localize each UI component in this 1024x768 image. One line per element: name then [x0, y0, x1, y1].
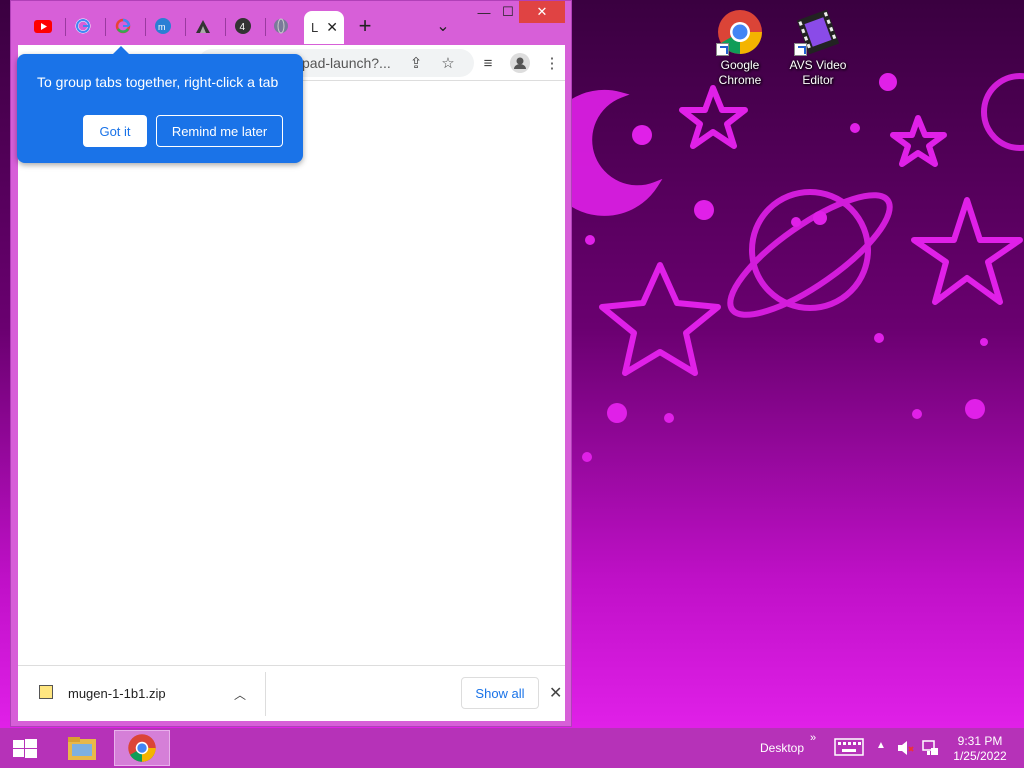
- profile-avatar-icon[interactable]: [510, 53, 530, 73]
- folder-icon: [68, 737, 96, 760]
- taskbar-file-explorer[interactable]: [54, 730, 110, 766]
- site-icon: m: [155, 18, 171, 34]
- media-queue-icon[interactable]: ≡: [478, 53, 498, 73]
- tab-active[interactable]: L ✕: [304, 11, 344, 44]
- taskbar-chrome[interactable]: [114, 730, 170, 766]
- menu-kebab-icon[interactable]: ⋮: [542, 53, 562, 73]
- url-text: pad-launch?...: [302, 55, 391, 71]
- svg-text:4: 4: [240, 22, 246, 33]
- chevron-up-icon[interactable]: ︿: [234, 686, 246, 703]
- desktop-icon-label: AVS Video Editor: [789, 58, 847, 87]
- bookmark-star-icon[interactable]: ☆: [438, 53, 458, 73]
- tab-site-2[interactable]: [185, 12, 221, 40]
- close-download-bar-icon[interactable]: ✕: [549, 683, 562, 703]
- chrome-icon: [716, 8, 764, 56]
- youtube-icon: [34, 19, 52, 33]
- shortcut-arrow-icon: [794, 43, 807, 56]
- touch-keyboard-icon[interactable]: [834, 738, 864, 759]
- desktop-toolbar-label[interactable]: Desktop: [760, 741, 804, 755]
- tab-group-tip-callout: To group tabs together, right-click a ta…: [17, 46, 303, 163]
- new-tab-button[interactable]: +: [347, 12, 383, 40]
- got-it-button[interactable]: Got it: [83, 115, 147, 147]
- svg-text:m: m: [158, 22, 166, 32]
- remind-me-later-button[interactable]: Remind me later: [156, 115, 283, 147]
- show-all-button[interactable]: Show all: [461, 677, 539, 709]
- start-button[interactable]: [4, 732, 44, 764]
- desktop-icon-avs-video-editor[interactable]: AVS Video Editor: [778, 8, 858, 88]
- close-tab-icon[interactable]: ✕: [326, 19, 338, 36]
- desktop-icon-chrome[interactable]: Google Chrome: [700, 8, 780, 88]
- chevron-down-icon: ⌄: [436, 18, 450, 35]
- tab-site-4[interactable]: [263, 12, 299, 40]
- show-hidden-icons-icon[interactable]: ▲: [876, 740, 886, 751]
- tab-search-button[interactable]: ⌄: [425, 12, 461, 40]
- tab-google-1[interactable]: [65, 12, 101, 40]
- close-window-button[interactable]: ✕: [519, 1, 565, 23]
- google-icon: [115, 18, 131, 34]
- clock-time: 9:31 PM: [957, 734, 1003, 748]
- taskbar: Desktop » ▲ 9:31 PM 1/25/2022: [0, 728, 1024, 768]
- tab-strip: m 4 L ✕ + ⌄ — ☐ ✕: [11, 1, 571, 45]
- windows-logo-icon: [13, 739, 37, 758]
- site-icon: 4: [235, 18, 251, 34]
- volume-muted-icon[interactable]: [897, 740, 915, 759]
- toolbar-expand-icon[interactable]: »: [810, 732, 816, 744]
- download-file-name[interactable]: mugen-1-1b1.zip: [68, 686, 166, 701]
- callout-text: To group tabs together, right-click a ta…: [37, 74, 279, 90]
- tab-youtube[interactable]: [25, 12, 61, 40]
- system-clock[interactable]: 9:31 PM 1/25/2022: [950, 734, 1010, 764]
- clock-date: 1/25/2022: [953, 749, 1007, 763]
- chrome-icon: [128, 734, 156, 762]
- avs-video-editor-icon: [794, 8, 842, 56]
- tab-google-2[interactable]: [105, 12, 141, 40]
- zip-file-icon: [39, 685, 53, 699]
- globe-icon: [274, 18, 288, 34]
- network-icon[interactable]: [921, 739, 939, 760]
- page-content: [18, 81, 565, 665]
- download-bar: mugen-1-1b1.zip ︿ Show all ✕: [18, 665, 565, 721]
- shortcut-arrow-icon: [716, 43, 729, 56]
- google-icon: [75, 18, 91, 34]
- tab-site-1[interactable]: m: [145, 12, 181, 40]
- desktop-icon-label: Google Chrome: [718, 58, 762, 87]
- tab-title: L: [311, 20, 319, 35]
- share-icon[interactable]: ⇪: [406, 53, 426, 73]
- site-icon: [196, 20, 210, 33]
- tab-site-3[interactable]: 4: [225, 12, 261, 40]
